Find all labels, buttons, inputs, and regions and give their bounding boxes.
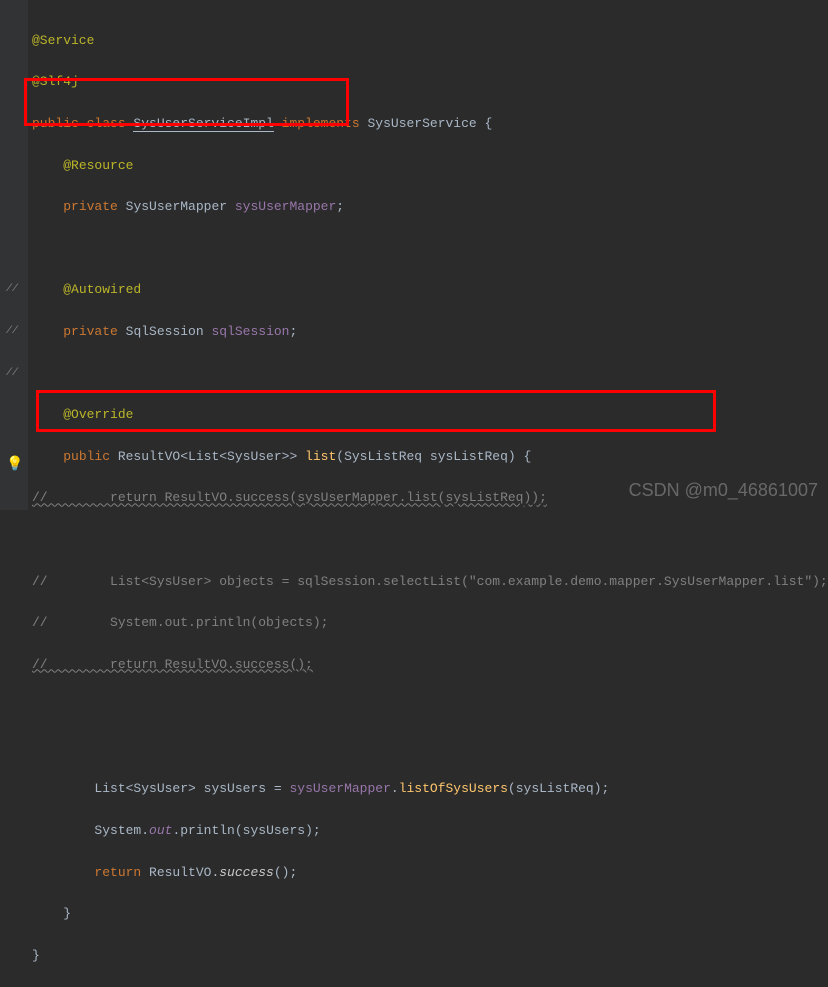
code-line: // return ResultVO.success(); — [32, 655, 828, 676]
code-line — [32, 738, 828, 759]
code-line: @Autowired — [32, 280, 828, 301]
code-line: } — [32, 904, 828, 925]
code-line: @Slf4j — [32, 72, 828, 93]
code-line: } — [32, 946, 828, 967]
code-line — [32, 696, 828, 717]
code-line: @Resource — [32, 156, 828, 177]
watermark-text: CSDN @m0_46861007 — [629, 476, 818, 505]
code-line: public ResultVO<List<SysUser>> list(SysL… — [32, 447, 828, 468]
intention-bulb-icon[interactable]: 💡 — [6, 454, 20, 468]
code-line — [32, 364, 828, 385]
code-line: @Override — [32, 405, 828, 426]
code-line: // System.out.println(objects); — [32, 613, 828, 634]
code-line — [32, 530, 828, 551]
code-line: private SqlSession sqlSession; — [32, 322, 828, 343]
code-line: return ResultVO.success(); — [32, 863, 828, 884]
code-line: private SysUserMapper sysUserMapper; — [32, 197, 828, 218]
edit-marker-icon: // — [6, 282, 20, 296]
code-line: @Service — [32, 31, 828, 52]
edit-marker-icon: // — [6, 324, 20, 338]
code-line: public class SysUserServiceImpl implemen… — [32, 114, 828, 135]
edit-marker-icon: // — [6, 366, 20, 380]
editor-gutter: // // // 💡 — [0, 0, 28, 510]
code-line — [32, 239, 828, 260]
code-line: System.out.println(sysUsers); — [32, 821, 828, 842]
code-line: List<SysUser> sysUsers = sysUserMapper.l… — [32, 779, 828, 800]
code-line: // List<SysUser> objects = sqlSession.se… — [32, 572, 828, 593]
